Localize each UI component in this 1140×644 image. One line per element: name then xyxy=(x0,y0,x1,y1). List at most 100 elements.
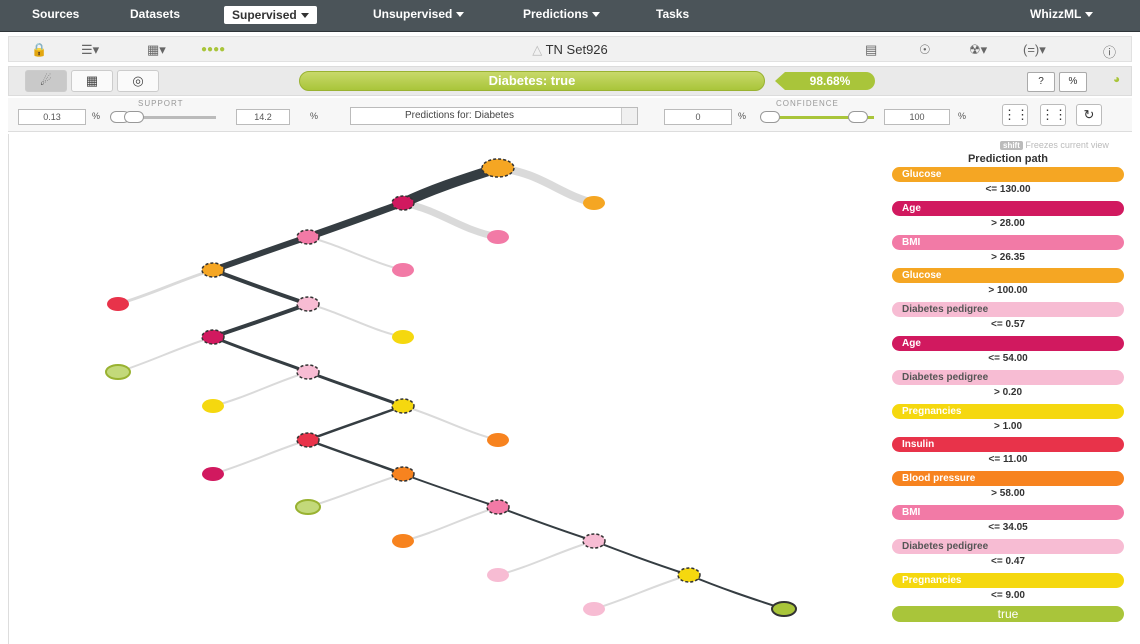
nav-tasks[interactable]: Tasks xyxy=(656,7,689,21)
nav-predictions[interactable]: Predictions xyxy=(523,7,601,21)
path-edge xyxy=(211,302,310,339)
path-step-field: BMI xyxy=(892,234,1124,250)
tree-edge xyxy=(399,199,502,241)
script-icon[interactable]: ▤ xyxy=(865,42,877,58)
prediction-bar: Diabetes: true xyxy=(299,71,765,91)
path-step-condition: <= 130.00 xyxy=(985,184,1031,195)
path-step-field: Glucose xyxy=(892,268,1124,284)
expand-tree-button[interactable]: ⋮⋮ xyxy=(1002,104,1029,126)
confidence-value: 98.68% xyxy=(785,72,875,90)
nav-supervised-label: Supervised xyxy=(232,8,297,22)
node-insulin xyxy=(296,432,320,448)
path-step-field: Diabetes pedigree xyxy=(892,538,1124,554)
support-max-input[interactable]: 14.2 xyxy=(236,109,290,125)
download-icon[interactable]: ☉ xyxy=(919,42,931,58)
decision-tree[interactable] xyxy=(0,134,880,644)
nav-unsupervised[interactable]: Unsupervised xyxy=(373,7,465,21)
info-icon[interactable]: ⓘ xyxy=(1103,42,1116,61)
tree-edge xyxy=(116,268,215,306)
tree-node xyxy=(392,534,414,548)
dots-compact-icon: ⋮⋮ xyxy=(1041,107,1067,122)
tree-edge xyxy=(494,164,598,207)
tree-node xyxy=(202,467,224,481)
sunburst-view-button[interactable]: ◎ xyxy=(117,70,159,92)
leaf-node xyxy=(105,364,131,380)
path-step-field: Insulin xyxy=(892,437,1124,453)
path-step-condition: <= 9.00 xyxy=(991,589,1025,601)
path-edge xyxy=(304,199,407,241)
prediction-result: true xyxy=(892,606,1124,623)
path-step-field: Age xyxy=(892,336,1124,351)
reset-button[interactable]: ↻ xyxy=(1076,104,1102,126)
path-edge xyxy=(306,370,405,408)
nav-predictions-label: Predictions xyxy=(523,7,589,21)
node-diabetes-pedigree xyxy=(582,533,606,549)
collapse-icon[interactable]: ◕ xyxy=(1113,72,1120,86)
path-edge xyxy=(688,574,785,610)
path-edge xyxy=(398,163,503,208)
confidence-slider-min-handle[interactable] xyxy=(760,111,780,123)
nav-sources[interactable]: Sources xyxy=(32,7,79,21)
tree-edge xyxy=(212,371,309,407)
node-glucose xyxy=(481,158,515,178)
top-navigation: Sources Datasets Supervised Unsupervised… xyxy=(0,0,1140,32)
path-step-condition: <= 54.00 xyxy=(988,353,1028,364)
tree-node xyxy=(583,196,605,210)
tree-node xyxy=(392,263,414,277)
collapse-tree-button[interactable]: ⋮⋮ xyxy=(1040,104,1067,126)
path-step-condition: <= 34.05 xyxy=(988,522,1028,533)
tree-node xyxy=(392,330,414,344)
confidence-min-input[interactable]: 0 xyxy=(664,109,732,125)
path-edge xyxy=(211,335,310,374)
tree-edge xyxy=(402,506,499,542)
sunburst-table-button[interactable]: ▦ xyxy=(71,70,113,92)
formula-menu-icon[interactable]: (=)▾ xyxy=(1023,42,1046,58)
user-name: WhizzML xyxy=(1030,7,1082,21)
percent-toggle[interactable]: % xyxy=(1059,72,1087,92)
tree-view-button[interactable]: ☄ xyxy=(25,70,67,92)
path-edge xyxy=(497,506,595,542)
tree-node xyxy=(583,602,605,616)
confidence-min-unit: % xyxy=(738,111,747,121)
confidence-badge: 98.68% xyxy=(775,72,875,90)
predictions-for-label: Predictions for: Diabetes xyxy=(405,110,514,121)
path-edge xyxy=(402,473,499,508)
path-step-condition: <= 0.57 xyxy=(991,319,1025,331)
sunburst-icon: ◎ xyxy=(132,73,144,88)
predictions-for-select[interactable]: Predictions for: Diabetes xyxy=(350,107,638,125)
tree-edge xyxy=(117,336,214,373)
nav-datasets[interactable]: Datasets xyxy=(130,7,180,21)
path-edge xyxy=(306,438,405,476)
support-min-unit: % xyxy=(92,111,101,121)
view-toolbar: ☄ ▦ ◎ Diabetes: true 98.68% ? % ◕ xyxy=(8,66,1132,96)
confidence-label: CONFIDENCE xyxy=(776,99,839,108)
support-min-input[interactable]: 0.13 xyxy=(18,109,86,125)
tree-node xyxy=(107,297,129,311)
node-bmi xyxy=(486,499,510,515)
path-step-field: Blood pressure xyxy=(892,471,1124,487)
actions-menu-icon[interactable]: ☢▾ xyxy=(969,42,987,58)
node-pregnancies xyxy=(391,398,415,414)
tree-icon: △ xyxy=(532,42,543,57)
confidence-max-unit: % xyxy=(958,111,967,121)
node-age xyxy=(391,195,415,211)
resource-bar: 🔒 ☰▾ ▦▾ ●●●● △ TN Set926 ▤ ☉ ☢▾ (=)▾ ⓘ xyxy=(8,36,1132,62)
resource-title-text: TN Set926 xyxy=(545,42,608,57)
tree-edge xyxy=(307,303,404,338)
path-step-condition: > 1.00 xyxy=(993,420,1023,432)
support-slider-max-handle[interactable] xyxy=(124,111,144,123)
tree-node xyxy=(487,230,509,244)
nav-supervised[interactable]: Supervised xyxy=(224,6,317,24)
freeze-hint: shift Freezes current view xyxy=(1000,140,1109,150)
path-step-field: Age xyxy=(892,200,1124,216)
confidence-max-input[interactable]: 100 xyxy=(884,109,950,125)
confidence-slider-max-handle[interactable] xyxy=(848,111,868,123)
nav-user-menu[interactable]: WhizzML xyxy=(1030,7,1094,21)
question-toggle[interactable]: ? xyxy=(1027,72,1055,92)
path-edge xyxy=(211,268,310,306)
node-age xyxy=(201,329,225,345)
tree-edge xyxy=(402,405,499,441)
chevron-down-icon xyxy=(592,12,601,18)
path-step-field: Diabetes pedigree xyxy=(892,369,1124,385)
prediction-path-header: Prediction path xyxy=(967,153,1049,165)
